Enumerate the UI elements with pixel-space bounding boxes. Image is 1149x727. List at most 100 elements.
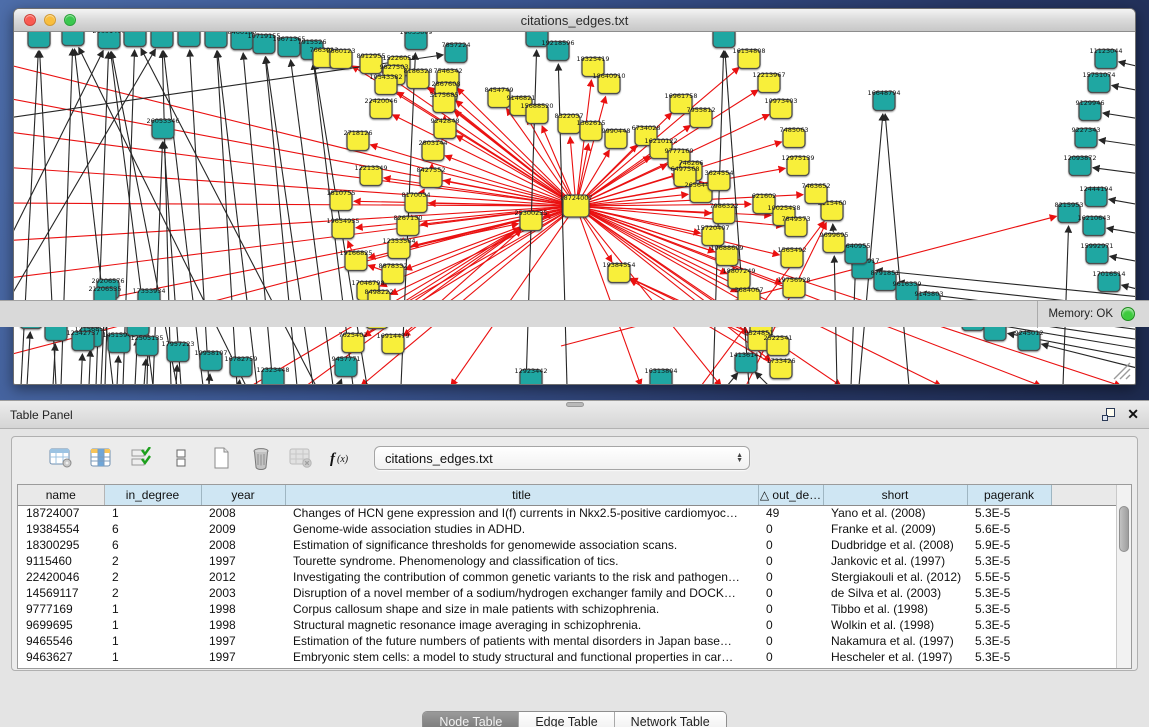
graph-node[interactable]: 16914479: [376, 332, 409, 354]
citation-edge-black[interactable]: [1109, 199, 1135, 205]
graph-node[interactable]: 15751074: [1082, 71, 1115, 93]
citation-edge-black[interactable]: [190, 50, 209, 384]
table-cell[interactable]: 1997: [201, 649, 285, 665]
graph-node[interactable]: 9457771: [332, 355, 361, 377]
table-cell[interactable]: Investigating the contribution of common…: [285, 569, 758, 585]
table-cell[interactable]: Estimation of the future numbers of pati…: [285, 633, 758, 649]
table-cell[interactable]: 6: [104, 521, 201, 537]
graph-node[interactable]: 9227343: [1072, 126, 1101, 148]
table-cell[interactable]: 9115460: [18, 553, 104, 569]
function-builder-icon[interactable]: f(x): [328, 445, 354, 471]
table-cell[interactable]: Tourette syndrome. Phenomenology and cla…: [285, 553, 758, 569]
table-cell[interactable]: 5.3E-5: [967, 553, 1051, 569]
graph-node[interactable]: 19654935: [326, 217, 359, 239]
graph-node[interactable]: 17016514: [1092, 270, 1125, 292]
citation-edge-black[interactable]: [209, 374, 210, 384]
table-cell[interactable]: Estimation of significance thresholds fo…: [285, 537, 758, 553]
table-cell[interactable]: Yano et al. (2008): [823, 505, 967, 521]
graph-node[interactable]: 12923442: [514, 367, 547, 384]
graph-node[interactable]: 19384554: [602, 261, 635, 283]
graph-node[interactable]: 16210643: [1077, 214, 1110, 236]
graph-node[interactable]: 7625402: [339, 331, 368, 353]
float-panel-icon[interactable]: [1102, 408, 1115, 421]
table-settings-icon[interactable]: [48, 445, 74, 471]
memory-ok-indicator-icon[interactable]: [1121, 307, 1135, 321]
graph-node[interactable]: 17957223: [161, 340, 194, 362]
table-cell[interactable]: 1997: [201, 633, 285, 649]
table-cell[interactable]: Corpus callosum shape and size in male p…: [285, 601, 758, 617]
scrollbar-thumb[interactable]: [1119, 506, 1129, 552]
table-selector-combobox[interactable]: citations_edges.txt ▲▼: [374, 446, 750, 470]
column-header-pagerank[interactable]: pagerank: [967, 485, 1051, 505]
select-rows-check-icon[interactable]: [128, 445, 154, 471]
graph-node[interactable]: 15720407: [696, 224, 729, 246]
graph-node[interactable]: 12213967: [752, 71, 785, 93]
table-cell[interactable]: 1: [104, 505, 201, 521]
citation-edge-red[interactable]: [14, 131, 565, 205]
table-cell[interactable]: 1997: [201, 553, 285, 569]
graph-node[interactable]: 16648794: [867, 89, 900, 111]
citation-edge-black[interactable]: [755, 372, 769, 384]
citation-edge-black[interactable]: [14, 51, 103, 256]
graph-node[interactable]: 9990448: [602, 127, 631, 149]
table-cell[interactable]: 1998: [201, 617, 285, 633]
citation-edge-black[interactable]: [89, 350, 90, 384]
close-panel-icon[interactable]: ✕: [1127, 408, 1139, 421]
graph-node[interactable]: 9242848: [431, 117, 460, 139]
citation-edge-black[interactable]: [243, 53, 273, 384]
table-cell[interactable]: 5.9E-5: [967, 537, 1051, 553]
graph-node[interactable]: 9245012: [1015, 329, 1044, 351]
select-columns-icon[interactable]: [88, 445, 114, 471]
citation-edge-red[interactable]: [445, 156, 566, 202]
vertical-scrollbar[interactable]: [1116, 485, 1131, 668]
table-cell[interactable]: 5.5E-5: [967, 569, 1051, 585]
table-cell[interactable]: 9777169: [18, 601, 104, 617]
table-cell[interactable]: 0: [758, 617, 823, 633]
citation-edge-black[interactable]: [1093, 168, 1135, 174]
table-cell[interactable]: 1: [104, 633, 201, 649]
table-cell[interactable]: 5.3E-5: [967, 649, 1051, 665]
graph-node[interactable]: 8427552: [417, 166, 446, 188]
table-row[interactable]: 977716911998Corpus callosum shape and si…: [18, 601, 1118, 617]
table-cell[interactable]: 0: [758, 537, 823, 553]
citation-edge-black[interactable]: [27, 332, 30, 384]
graph-node[interactable]: 12093872: [1063, 154, 1096, 176]
table-cell[interactable]: 5.3E-5: [967, 601, 1051, 617]
citation-edge-black[interactable]: [727, 373, 738, 384]
tab-network-table[interactable]: Network Table: [615, 712, 726, 727]
table-row[interactable]: 911546021997Tourette syndrome. Phenomeno…: [18, 553, 1118, 569]
graph-node[interactable]: 16313804: [644, 367, 677, 384]
column-header-short[interactable]: short: [823, 485, 967, 505]
table-cell[interactable]: 5.3E-5: [967, 505, 1051, 521]
table-cell[interactable]: 0: [758, 553, 823, 569]
graph-node[interactable]: 7986322: [710, 202, 739, 224]
table-cell[interactable]: 0: [758, 601, 823, 617]
table-cell[interactable]: 2003: [201, 585, 285, 601]
table-cell[interactable]: 5.3E-5: [967, 617, 1051, 633]
graph-node[interactable]: 15276021: [172, 32, 205, 47]
table-cell[interactable]: Changes of HCN gene expression and I(f) …: [285, 505, 758, 521]
table-cell[interactable]: 0: [758, 585, 823, 601]
table-cell[interactable]: de Silva et al. (2003): [823, 585, 967, 601]
citation-edge-black[interactable]: [144, 359, 146, 384]
graph-node[interactable]: 10973403: [764, 97, 797, 119]
graph-node[interactable]: 16154808: [732, 47, 765, 69]
graph-node[interactable]: 7955812: [687, 106, 716, 128]
citation-edge-black[interactable]: [81, 354, 82, 384]
table-cell[interactable]: 6: [104, 537, 201, 553]
table-row[interactable]: 946362711997Embryonic stem cells: a mode…: [18, 649, 1118, 665]
table-cell[interactable]: 9463627: [18, 649, 104, 665]
table-cell[interactable]: Embryonic stem cells: a model to study s…: [285, 649, 758, 665]
graph-node[interactable]: 7849573: [782, 215, 811, 237]
citation-edge-black[interactable]: [239, 380, 240, 384]
table-cell[interactable]: 0: [758, 521, 823, 537]
table-cell[interactable]: 2009: [201, 521, 285, 537]
citation-edge-black[interactable]: [1107, 228, 1135, 234]
graph-node[interactable]: 1733426: [767, 357, 796, 379]
table-cell[interactable]: Disruption of a novel member of a sodium…: [285, 585, 758, 601]
graph-node[interactable]: 1810755: [327, 189, 356, 211]
graph-node[interactable]: 22420046: [364, 97, 397, 119]
graph-node[interactable]: 12342737: [66, 329, 99, 351]
citation-edge-black[interactable]: [218, 51, 257, 384]
graph-node[interactable]: 12975139: [781, 154, 814, 176]
